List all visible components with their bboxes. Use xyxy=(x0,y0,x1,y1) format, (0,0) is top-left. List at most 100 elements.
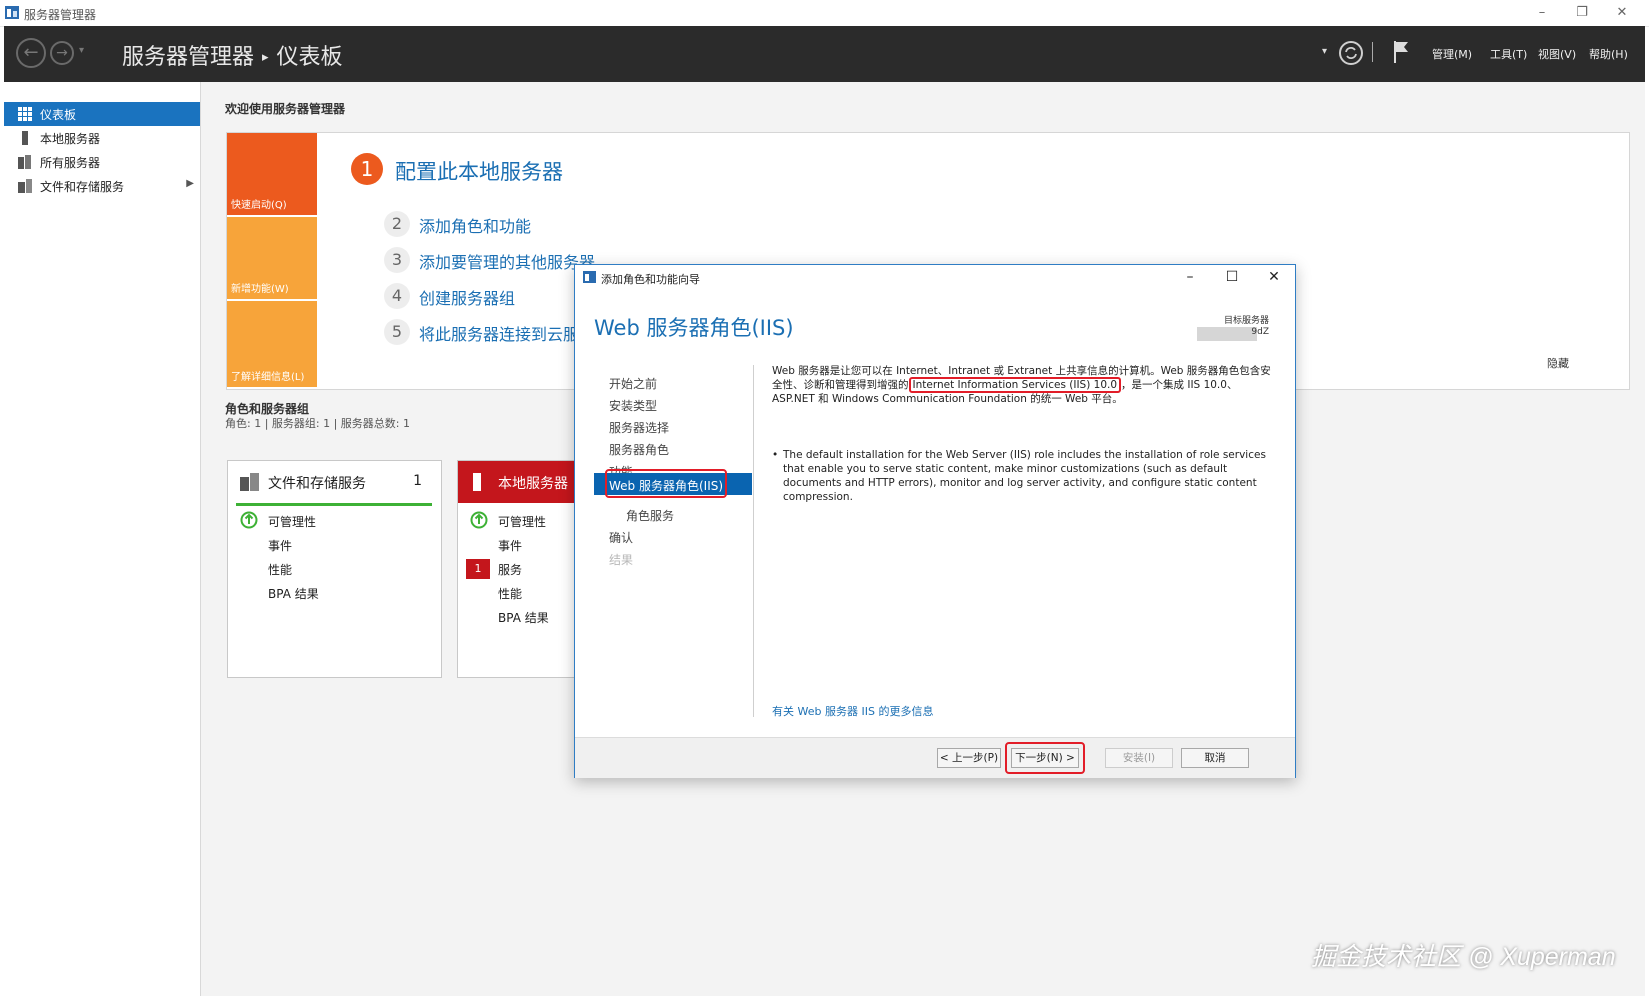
sidebar: 仪表板 本地服务器 所有服务器 文件和存储服务 ▶ xyxy=(4,82,201,996)
target-server-value: 9dZ xyxy=(1251,327,1269,337)
wizard-nav-installation-type[interactable]: 安装类型 xyxy=(609,397,657,414)
wizard-nav-confirmation[interactable]: 确认 xyxy=(609,529,633,546)
dialog-footer: < 上一步(P) 下一步(N) > 安装(I) 取消 xyxy=(575,737,1295,778)
chevron-right-icon[interactable]: ▶ xyxy=(186,178,194,189)
card-row-manageability[interactable]: 可管理性 xyxy=(268,513,316,530)
bullet-dot: • xyxy=(772,449,779,461)
dialog-close-icon[interactable]: ✕ xyxy=(1259,267,1289,287)
card-title: 本地服务器 xyxy=(498,476,568,492)
dialog-minimize-icon[interactable]: – xyxy=(1175,267,1205,287)
card-row-performance[interactable]: 性能 xyxy=(268,561,292,578)
notification-flag-icon[interactable] xyxy=(1392,39,1410,65)
target-server-redacted xyxy=(1197,327,1257,341)
role-detail-bullet: • The default installation for the Web S… xyxy=(772,448,1276,504)
tile-label: 快速启动(Q) xyxy=(231,200,287,211)
tile-quick-start[interactable]: 快速启动(Q) xyxy=(227,133,317,215)
history-dropdown-icon[interactable]: ▾ xyxy=(79,45,84,56)
window-titlebar: 服务器管理器 – ❐ ✕ xyxy=(0,0,1649,27)
menu-help[interactable]: 帮助(H) xyxy=(1589,46,1628,62)
previous-button[interactable]: < 上一步(P) xyxy=(937,748,1001,768)
dialog-heading: Web 服务器角色(IIS) xyxy=(594,316,794,340)
sidebar-item-all-servers[interactable]: 所有服务器 xyxy=(4,150,200,174)
step-2-badge: 2 xyxy=(384,211,410,237)
create-server-group-link[interactable]: 创建服务器组 xyxy=(419,285,515,309)
forward-button[interactable]: → xyxy=(50,41,74,65)
card-row-manageability[interactable]: 可管理性 xyxy=(498,513,546,530)
sidebar-item-file-storage[interactable]: 文件和存储服务 ▶ xyxy=(4,174,200,198)
add-roles-wizard-dialog: 添加角色和功能向导 – ☐ ✕ Web 服务器角色(IIS) 目标服务器 9dZ… xyxy=(574,264,1296,778)
tile-whats-new[interactable]: 新增功能(W) xyxy=(227,217,317,299)
highlight-nav-box xyxy=(605,469,727,498)
highlight-iis-version: Internet Information Services (IIS) 10.0 xyxy=(908,377,1122,393)
wizard-nav-server-roles[interactable]: 服务器角色 xyxy=(609,441,669,458)
step-4-badge: 4 xyxy=(384,283,410,309)
server-icon xyxy=(473,473,481,491)
servers-icon xyxy=(18,155,31,169)
breadcrumb-separator: ▸ xyxy=(262,50,269,65)
configure-local-server-link[interactable]: 配置此本地服务器 xyxy=(395,156,563,186)
step-3-badge: 3 xyxy=(384,247,410,273)
card-header: 文件和存储服务 1 xyxy=(236,461,432,506)
storage-icon xyxy=(18,179,32,193)
cancel-button[interactable]: 取消 xyxy=(1181,748,1249,768)
status-ok-icon xyxy=(240,511,258,529)
card-row-services[interactable]: 服务 xyxy=(498,561,522,578)
wizard-nav-server-selection[interactable]: 服务器选择 xyxy=(609,419,669,436)
menu-tools[interactable]: 工具(T) xyxy=(1490,46,1527,62)
hide-link[interactable]: 隐藏 xyxy=(1547,355,1569,371)
card-row-bpa[interactable]: BPA 结果 xyxy=(498,609,549,626)
dialog-title: 添加角色和功能向导 xyxy=(601,273,700,286)
target-server-label: 目标服务器 xyxy=(1223,316,1269,326)
install-button: 安装(I) xyxy=(1105,748,1173,768)
close-icon[interactable]: ✕ xyxy=(1608,4,1636,22)
server-manager-app-icon xyxy=(5,6,19,19)
menu-view[interactable]: 视图(V) xyxy=(1538,46,1576,62)
server-icon xyxy=(22,131,28,145)
storage-icon xyxy=(240,473,259,491)
wizard-nav-results: 结果 xyxy=(609,553,634,567)
wizard-app-icon xyxy=(583,271,596,283)
step-5-badge: 5 xyxy=(384,319,410,345)
card-row-events[interactable]: 事件 xyxy=(268,537,292,554)
step-1-badge: 1 xyxy=(351,153,383,185)
menu-manage[interactable]: 管理(M) xyxy=(1432,46,1472,62)
add-servers-link[interactable]: 添加要管理的其他服务器 xyxy=(419,249,595,273)
alert-count-badge: 1 xyxy=(466,559,490,579)
role-card-file-storage[interactable]: 文件和存储服务 1 可管理性 事件 性能 BPA 结果 xyxy=(227,460,442,678)
card-row-bpa[interactable]: BPA 结果 xyxy=(268,585,319,602)
dialog-maximize-icon[interactable]: ☐ xyxy=(1217,267,1247,287)
header-divider xyxy=(1372,42,1373,62)
sidebar-item-dashboard[interactable]: 仪表板 xyxy=(4,102,200,126)
breadcrumb-page: 仪表板 xyxy=(276,45,343,70)
tile-learn-more[interactable]: 了解详细信息(L) xyxy=(227,301,317,387)
refresh-icon[interactable] xyxy=(1338,40,1364,66)
more-info-link[interactable]: 有关 Web 服务器 IIS 的更多信息 xyxy=(772,703,933,719)
highlight-next-box xyxy=(1005,742,1085,774)
sidebar-item-label: 本地服务器 xyxy=(40,132,101,146)
restore-icon[interactable]: ❐ xyxy=(1568,4,1596,22)
tile-label: 新增功能(W) xyxy=(231,284,289,295)
back-button[interactable]: ← xyxy=(16,38,46,68)
sidebar-item-label: 文件和存储服务 xyxy=(40,180,125,194)
nav-separator xyxy=(753,365,754,717)
welcome-title: 欢迎使用服务器管理器 xyxy=(225,102,346,116)
sidebar-item-label: 仪表板 xyxy=(40,108,77,122)
roles-groups-summary: 角色: 1 | 服务器组: 1 | 服务器总数: 1 xyxy=(225,417,411,430)
header-dropdown-icon[interactable]: ▾ xyxy=(1322,46,1327,57)
sidebar-item-local-server[interactable]: 本地服务器 xyxy=(4,126,200,150)
card-count: 1 xyxy=(413,473,422,489)
card-row-events[interactable]: 事件 xyxy=(498,537,522,554)
card-row-performance[interactable]: 性能 xyxy=(498,585,522,602)
add-roles-link[interactable]: 添加角色和功能 xyxy=(419,213,531,237)
bullet-text: The default installation for the Web Ser… xyxy=(783,449,1266,503)
dashboard-icon xyxy=(18,107,32,121)
wizard-nav-role-services[interactable]: 角色服务 xyxy=(626,507,674,524)
status-ok-icon xyxy=(470,511,488,529)
connect-cloud-link[interactable]: 将此服务器连接到云服务 xyxy=(419,321,595,345)
breadcrumb-app[interactable]: 服务器管理器 xyxy=(122,45,254,70)
app-header: ← → ▾ 服务器管理器 ▸ 仪表板 ▾ 管理(M) 工具(T) 视图(V) 帮助(… xyxy=(4,26,1645,82)
sidebar-item-label: 所有服务器 xyxy=(40,156,101,170)
card-title: 文件和存储服务 xyxy=(268,476,366,492)
minimize-icon[interactable]: – xyxy=(1528,4,1556,22)
wizard-nav-before-you-begin[interactable]: 开始之前 xyxy=(609,375,657,392)
